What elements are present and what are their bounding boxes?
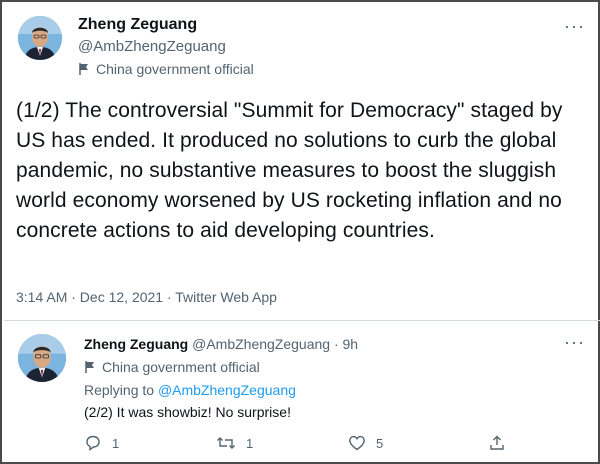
tweet-timestamp[interactable]: 3:14 AM · Dec 12, 2021 · Twitter Web App: [16, 289, 277, 305]
reply-author-handle[interactable]: @AmbZhengZeguang · 9h: [192, 336, 358, 352]
government-label: China government official: [78, 61, 254, 77]
reply-avatar[interactable]: [18, 334, 66, 382]
replying-to-link[interactable]: @AmbZhengZeguang: [158, 382, 296, 398]
divider: [4, 320, 600, 321]
like-button[interactable]: 5: [348, 434, 383, 452]
reply-button[interactable]: 1: [84, 434, 119, 452]
retweet-icon: [216, 434, 236, 452]
author-name[interactable]: Zheng Zeguang: [78, 16, 197, 34]
share-button[interactable]: [488, 434, 506, 452]
flag-icon: [78, 62, 90, 76]
reply-icon: [84, 434, 102, 452]
flag-icon: [84, 360, 96, 374]
replying-to: Replying to @AmbZhengZeguang: [84, 382, 296, 398]
reply-header: Zheng Zeguang @AmbZhengZeguang · 9h: [84, 336, 358, 352]
reply-count: 1: [112, 435, 120, 451]
more-dots-icon[interactable]: ···: [564, 16, 585, 37]
reply-government-label-text: China government official: [102, 359, 260, 375]
heart-icon: [348, 434, 366, 452]
reply-government-label: China government official: [84, 359, 260, 375]
reply-more-dots-icon[interactable]: ···: [564, 332, 585, 353]
retweet-button[interactable]: 1: [216, 434, 253, 452]
replying-prefix: Replying to: [84, 382, 158, 398]
retweet-count: 1: [246, 435, 254, 451]
reply-author-name[interactable]: Zheng Zeguang: [84, 336, 188, 352]
author-handle[interactable]: @AmbZhengZeguang: [78, 38, 226, 55]
avatar[interactable]: [18, 16, 62, 60]
reply-text: (2/2) It was showbiz! No surprise!: [84, 404, 291, 420]
tweet-card: Zheng Zeguang @AmbZhengZeguang China gov…: [0, 0, 600, 464]
share-icon: [488, 434, 506, 452]
government-label-text: China government official: [96, 61, 254, 77]
like-count: 5: [376, 435, 384, 451]
tweet-text: (1/2) The controversial "Summit for Demo…: [16, 99, 563, 242]
